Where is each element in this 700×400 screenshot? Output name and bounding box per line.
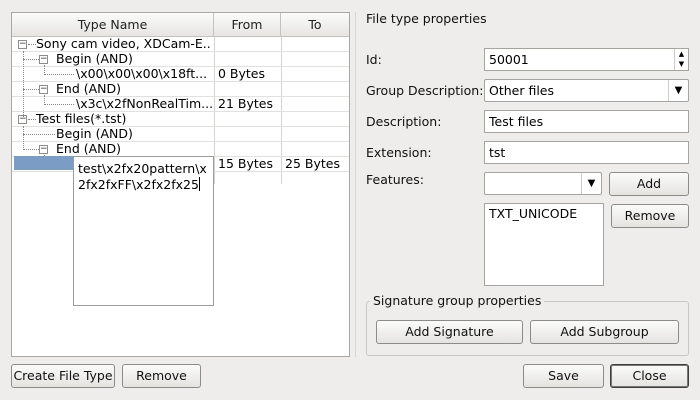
tree-row-name: End (AND) xyxy=(56,142,122,156)
add-signature-button[interactable]: Add Signature xyxy=(376,320,523,344)
collapse-icon[interactable]: − xyxy=(39,55,48,64)
tree-row[interactable]: − End (AND) xyxy=(12,142,349,157)
create-file-type-button[interactable]: Create File Type xyxy=(11,364,115,388)
collapse-icon[interactable]: − xyxy=(39,85,48,94)
id-spinner[interactable]: ▲ ▼ xyxy=(674,49,688,70)
remove-file-type-button[interactable]: Remove xyxy=(122,364,201,388)
save-button[interactable]: Save xyxy=(523,364,604,388)
tree-row[interactable]: − Begin (AND) xyxy=(12,52,349,67)
splitter[interactable] xyxy=(355,12,356,357)
signature-pattern-text: test\x2fx20pattern\x2fx2fxFF\x2fx2fx25 xyxy=(78,161,207,192)
tree-row-name: \x00\x00\x00\x18ft... xyxy=(76,67,208,81)
tree-row[interactable]: − End (AND) xyxy=(12,82,349,97)
features-label: Features: xyxy=(366,172,424,187)
close-button[interactable]: Close xyxy=(610,364,689,388)
tree-row-from: 15 Bytes xyxy=(218,157,273,171)
tree-row[interactable]: − Test files(*.tst) xyxy=(12,112,349,127)
chevron-down-icon[interactable]: ▼ xyxy=(581,173,601,194)
signature-group-title: Signature group properties xyxy=(370,293,545,308)
collapse-icon[interactable]: − xyxy=(18,40,27,49)
tree-row-name: Test files(*.tst) xyxy=(36,112,127,126)
column-header-type-name[interactable]: Type Name xyxy=(12,13,214,37)
selected-row-highlight xyxy=(14,156,73,170)
id-spinbox[interactable]: 50001 ▲ ▼ xyxy=(484,48,689,71)
tree-row-from: 0 Bytes xyxy=(218,67,266,81)
text-caret xyxy=(198,177,200,191)
group-description-label: Group Description: xyxy=(366,83,484,98)
extension-label: Extension: xyxy=(366,145,432,160)
id-label: Id: xyxy=(366,52,382,67)
extension-input[interactable]: tst xyxy=(484,141,689,164)
tree-row-name: Begin (AND) xyxy=(56,127,133,141)
tree-row-name: \x3c\x2fNonRealTim... xyxy=(76,97,212,111)
spin-up-icon[interactable]: ▲ xyxy=(675,49,688,59)
tree-row-from: 21 Bytes xyxy=(218,97,273,111)
properties-title: File type properties xyxy=(366,11,487,26)
spin-down-icon[interactable]: ▼ xyxy=(675,59,688,69)
tree-row-to: 25 Bytes xyxy=(285,157,340,171)
signature-pattern-editor[interactable]: test\x2fx20pattern\x2fx2fxFF\x2fx2fx25 xyxy=(73,156,214,306)
collapse-icon[interactable]: − xyxy=(39,145,48,154)
remove-feature-button[interactable]: Remove xyxy=(611,204,689,228)
features-list[interactable]: TXT_UNICODE xyxy=(484,203,604,286)
column-header-from[interactable]: From xyxy=(214,13,281,37)
column-header-to[interactable]: To xyxy=(281,13,349,37)
add-subgroup-button[interactable]: Add Subgroup xyxy=(530,320,679,344)
group-description-value: Other files xyxy=(489,83,555,98)
tree-row-name: Begin (AND) xyxy=(56,52,133,66)
id-value: 50001 xyxy=(489,52,529,67)
group-description-select[interactable]: Other files ▼ xyxy=(484,79,689,102)
list-item[interactable]: TXT_UNICODE xyxy=(489,206,599,221)
tree-row[interactable]: Begin (AND) xyxy=(12,127,349,142)
tree-row-name: Sony cam video, XDCam-E... xyxy=(36,37,212,51)
add-feature-button[interactable]: Add xyxy=(609,172,689,196)
description-input[interactable]: Test files xyxy=(484,110,689,133)
features-select[interactable]: ▼ xyxy=(484,172,602,195)
tree-row[interactable]: − Sony cam video, XDCam-E... xyxy=(12,37,349,52)
description-label: Description: xyxy=(366,114,442,129)
chevron-down-icon[interactable]: ▼ xyxy=(668,80,688,101)
tree-row-name: End (AND) xyxy=(56,82,122,96)
